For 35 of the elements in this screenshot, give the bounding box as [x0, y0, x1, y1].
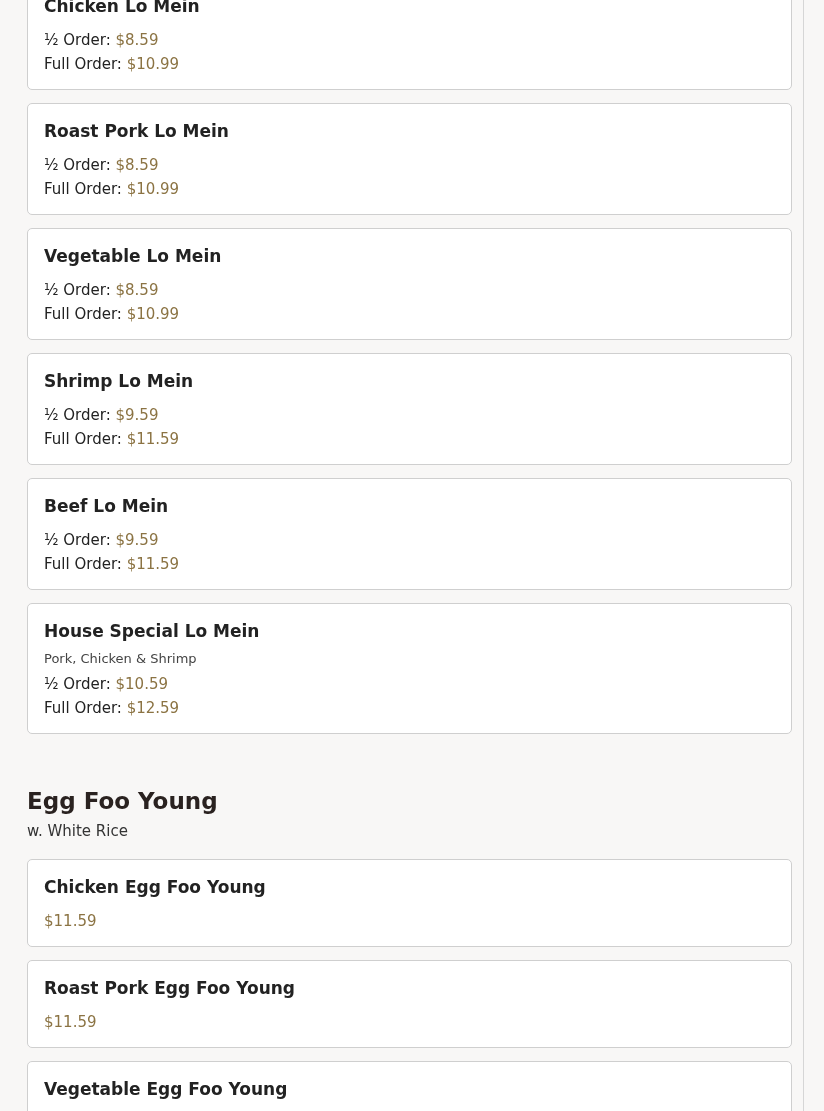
price-line: Full Order: $11.59	[44, 429, 181, 450]
menu-item-card[interactable]: House Special Lo Mein Pork, Chicken & Shrimp ½ Order: $10.59 Full Order: $12.59	[27, 603, 792, 734]
price-line: ½ Order: $9.59	[44, 405, 160, 426]
item-name: Vegetable Egg Foo Young	[44, 1078, 289, 1101]
price-line: ½ Order: $10.59	[44, 674, 169, 695]
price: $11.59	[44, 1012, 98, 1033]
section-heading: Egg Foo Young	[27, 788, 219, 814]
price-line: ½ Order: $9.59	[44, 530, 160, 551]
price-line: Full Order: $10.99	[44, 304, 181, 325]
price: $11.59	[44, 911, 98, 932]
menu-item-card[interactable]: Beef Lo Mein ½ Order: $9.59 Full Order: $11.59	[27, 478, 792, 590]
item-name: Roast Pork Egg Foo Young	[44, 977, 297, 1000]
menu-item-card[interactable]: Chicken Egg Foo Young $11.59	[27, 859, 792, 947]
price-line: ½ Order: $8.59	[44, 280, 160, 301]
menu-item-card[interactable]: Chicken Lo Mein ½ Order: $8.59 Full Order: $10.99	[27, 0, 792, 90]
menu-item-card[interactable]: Roast Pork Egg Foo Young $11.59	[27, 960, 792, 1048]
section-note: w. White Rice	[27, 822, 129, 840]
price-line: ½ Order: $8.59	[44, 30, 160, 51]
item-name: Chicken Lo Mein	[44, 0, 201, 18]
item-name: Roast Pork Lo Mein	[44, 120, 230, 143]
menu-item-card[interactable]: Vegetable Lo Mein ½ Order: $8.59 Full Order: $10.99	[27, 228, 792, 340]
item-name: Chicken Egg Foo Young	[44, 876, 267, 899]
menu-item-card[interactable]: Vegetable Egg Foo Young	[27, 1061, 792, 1111]
price-line: Full Order: $10.99	[44, 179, 181, 200]
price-line: Full Order: $10.99	[44, 54, 181, 75]
item-name: House Special Lo Mein	[44, 620, 261, 643]
item-name: Shrimp Lo Mein	[44, 370, 195, 393]
item-description: Pork, Chicken & Shrimp	[44, 651, 198, 666]
price-line: Full Order: $12.59	[44, 698, 181, 719]
menu-item-card[interactable]: Roast Pork Lo Mein ½ Order: $8.59 Full Order: $10.99	[27, 103, 792, 215]
menu-item-card[interactable]: Shrimp Lo Mein ½ Order: $9.59 Full Order: $11.59	[27, 353, 792, 465]
item-name: Vegetable Lo Mein	[44, 245, 223, 268]
price-line: ½ Order: $8.59	[44, 155, 160, 176]
item-name: Beef Lo Mein	[44, 495, 170, 518]
price-line: Full Order: $11.59	[44, 554, 181, 575]
